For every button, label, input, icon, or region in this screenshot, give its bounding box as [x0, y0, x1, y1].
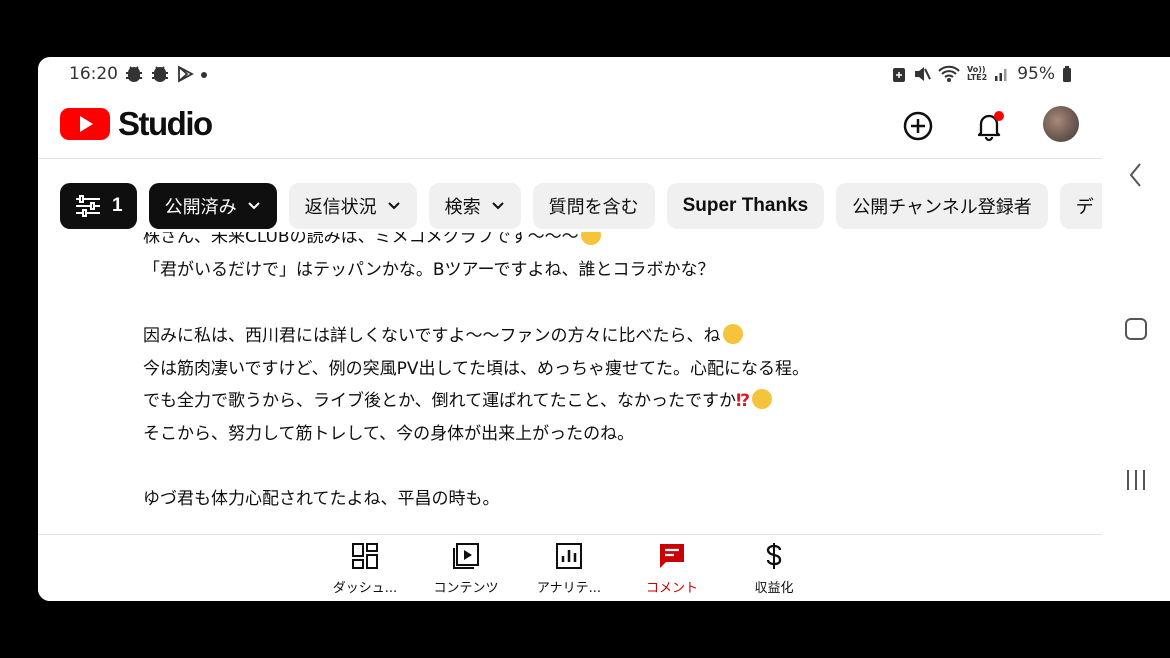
chevron-down-icon — [491, 202, 504, 210]
nav-label: コンテンツ — [433, 581, 499, 596]
comment-text: 株さん、未来CLUBの読みは、ミメコメクラフです〜〜〜 「君がいるだけで」はテッ… — [143, 232, 1083, 534]
chip-label: 検索 — [444, 197, 481, 218]
filter-count: 1 — [112, 195, 123, 216]
comment-line: 「君がいるだけで」はテッパンかな。Bツアーですよね、誰とコラボかな？ — [143, 260, 715, 280]
youtube-studio-logo[interactable]: Studio — [60, 105, 213, 143]
chip-published[interactable]: 公開済み — [148, 183, 277, 229]
comment-line: 今は筋肉凄いですけど、例の突風PV出してた頃は、めっちゃ痩せてた。心配になる程。 — [143, 359, 810, 379]
chip-label: 公開チャンネル登録者 — [852, 197, 1032, 218]
chip-reply-status[interactable]: 返信状況 — [288, 183, 417, 229]
bug-notification-icon — [152, 66, 168, 83]
filter-chip-bar: 1 公開済み 返信状況 検索 質問を含む Super Thanks 公開チャンネ… — [60, 183, 1102, 229]
avatar[interactable] — [1043, 106, 1079, 142]
laughing-emoji-icon — [580, 232, 601, 245]
chevron-down-icon — [387, 202, 400, 210]
youtube-logo-icon — [60, 108, 110, 140]
comment-line: 株さん、未来CLUBの読みは、ミメコメクラフです〜〜〜 — [143, 232, 601, 247]
chip-public-subscribers[interactable]: 公開チャンネル登録者 — [836, 183, 1048, 229]
comment-line: ゆづ君も体力心配されてたよね、平昌の時も。 — [143, 489, 500, 509]
nav-label: 収益化 — [754, 581, 794, 596]
filter-settings-chip[interactable]: 1 — [60, 183, 137, 229]
nav-label: ダッシュ... — [332, 581, 398, 596]
nav-comments[interactable]: コメント — [622, 541, 722, 596]
status-left-icons — [124, 65, 208, 83]
chip-label: Super Thanks — [682, 195, 809, 216]
logo-text: Studio — [118, 105, 213, 142]
nav-label: コメント — [645, 581, 698, 596]
battery-percent: 95% — [1017, 64, 1055, 84]
comments-icon — [660, 544, 684, 568]
comment-line: でも全力で歌うから、ライブ後とか、倒れて運ばれてたこと、なかったですか⁉ — [143, 386, 773, 411]
bottom-navigation: ダッシュ... コンテンツ アナリテ... コメント 収益化 — [38, 534, 1102, 601]
chip-label: 質問を含む — [548, 197, 639, 218]
nav-monetization[interactable]: 収益化 — [724, 541, 824, 596]
chip-more[interactable]: デ — [1059, 183, 1102, 229]
notifications-button[interactable] — [971, 108, 1007, 144]
content-icon — [453, 543, 479, 569]
status-bar: 16:20 Vo)) LTE2 95% — [38, 57, 1102, 91]
bug-notification-icon — [126, 66, 142, 83]
chip-search[interactable]: 検索 — [428, 183, 521, 229]
chip-super-thanks[interactable]: Super Thanks — [666, 183, 825, 229]
monetization-icon — [766, 543, 782, 569]
exclamation-question-icon: ⁉ — [735, 391, 751, 411]
data-saver-icon — [892, 68, 905, 82]
play-store-icon — [178, 65, 194, 83]
comment-line: 因みに私は、西川君には詳しくないですよ〜〜ファンの方々に比べたら、ね — [143, 321, 743, 346]
system-recents-button[interactable] — [1102, 465, 1170, 495]
system-navigation-bar — [1102, 57, 1170, 601]
home-icon — [1125, 318, 1147, 340]
create-icon — [903, 111, 933, 141]
worried-emoji-icon — [752, 389, 773, 409]
create-button[interactable] — [900, 108, 936, 144]
recents-icon — [1127, 470, 1145, 490]
battery-icon — [1063, 66, 1071, 82]
nav-dashboard[interactable]: ダッシュ... — [315, 541, 415, 596]
volte-icon: Vo)) LTE2 — [966, 65, 988, 82]
sweat-smile-emoji-icon — [722, 324, 743, 344]
status-right-icons: Vo)) LTE2 95% — [892, 64, 1072, 84]
status-time: 16:20 — [69, 64, 118, 84]
dot-icon — [201, 72, 207, 78]
app-screen: 16:20 Vo)) LTE2 95% Studio 1 公開済み 返信状況 検… — [38, 57, 1102, 601]
nav-analytics[interactable]: アナリテ... — [519, 541, 619, 596]
chip-contains-question[interactable]: 質問を含む — [532, 183, 655, 229]
system-back-button[interactable] — [1102, 160, 1170, 190]
nav-content[interactable]: コンテンツ — [416, 541, 516, 596]
system-home-button[interactable] — [1102, 314, 1170, 344]
chip-label: 返信状況 — [304, 197, 377, 218]
chevron-down-icon — [247, 202, 260, 210]
chip-label: デ — [1075, 197, 1094, 218]
notifications-icon — [977, 111, 1004, 142]
filter-sliders-icon — [76, 195, 100, 217]
dashboard-icon — [352, 543, 378, 569]
wifi-icon — [938, 65, 960, 82]
mute-icon — [914, 67, 931, 81]
analytics-icon — [556, 543, 582, 569]
back-icon — [1129, 163, 1141, 187]
nav-label: アナリテ... — [536, 581, 602, 596]
app-bar: Studio — [38, 91, 1102, 159]
signal-icon — [995, 69, 1007, 81]
comment-line: そこから、努力して筋トレして、今の身体が出来上がったのね。 — [143, 424, 635, 444]
chip-label: 公開済み — [164, 197, 237, 218]
